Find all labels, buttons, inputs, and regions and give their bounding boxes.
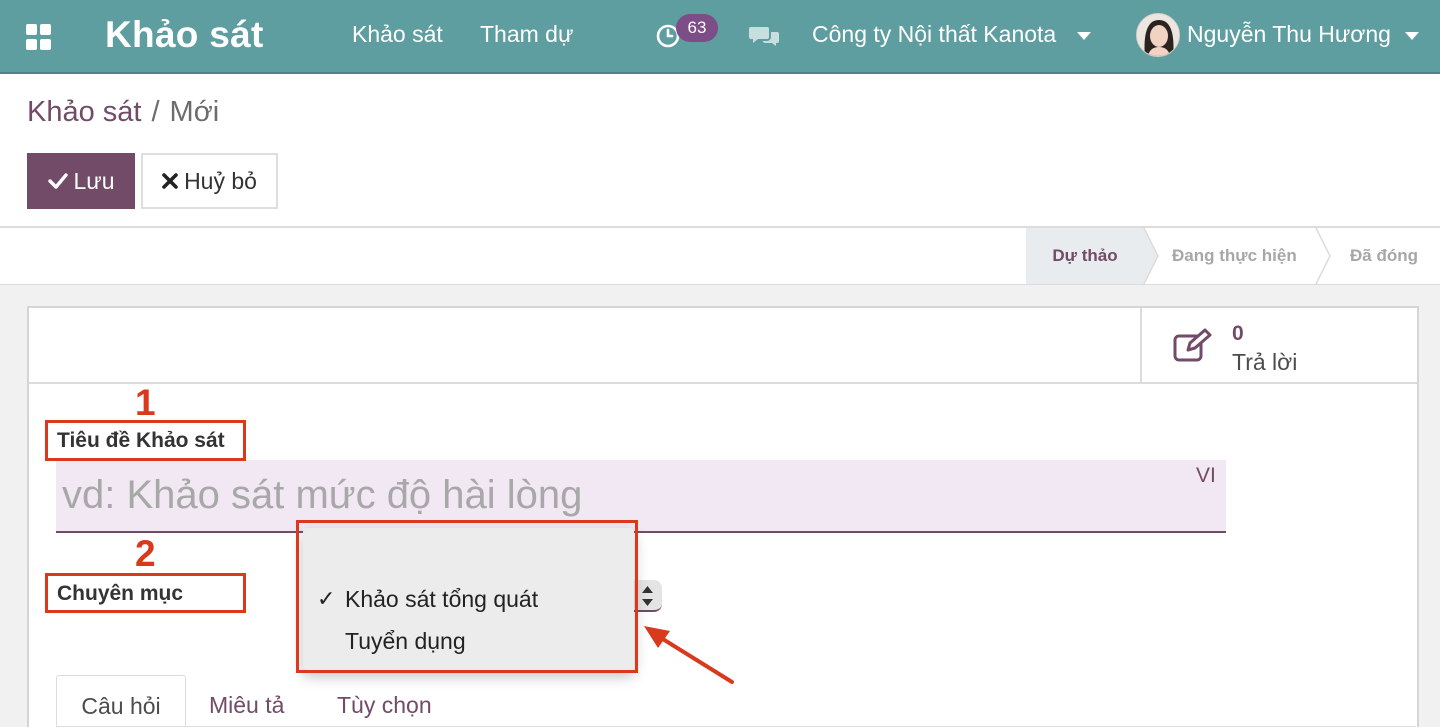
answers-stat-button[interactable]: 0 Trả lời [1140, 308, 1417, 382]
button-box: 0 Trả lời [29, 308, 1417, 384]
stage-draft[interactable]: Dự thảo [1026, 228, 1144, 284]
edit-icon [1173, 328, 1212, 362]
chat-icon[interactable] [748, 24, 780, 48]
user-menu[interactable]: Nguyễn Thu Hương [1187, 21, 1391, 48]
tab-options[interactable]: Tùy chọn [337, 675, 432, 727]
survey-title-input[interactable] [56, 460, 1226, 533]
breadcrumb-separator: / [151, 96, 160, 128]
breadcrumb: Khảo sát / Mới [27, 96, 219, 129]
nav-link-surveys[interactable]: Khảo sát [352, 21, 443, 48]
top-navbar: Khảo sát Khảo sát Tham dự 63 Công ty Nội… [0, 0, 1440, 74]
answers-count: 0 [1232, 322, 1244, 345]
breadcrumb-current: Mới [169, 96, 220, 128]
chevron-down-icon[interactable] [1405, 32, 1419, 40]
status-bar: Dự thảo Đang thực hiện Đã đóng [0, 228, 1440, 285]
discard-button[interactable]: Huỷ bỏ [141, 153, 278, 209]
chevron-down-icon[interactable] [1077, 32, 1091, 40]
app-brand[interactable]: Khảo sát [105, 14, 264, 56]
annotation-arrow-icon [644, 626, 734, 684]
stage-closed[interactable]: Đã đóng [1350, 228, 1418, 284]
avatar[interactable] [1136, 13, 1180, 57]
close-icon [162, 173, 178, 189]
tab-description[interactable]: Miêu tả [209, 675, 284, 727]
activity-count-badge: 63 [676, 14, 718, 42]
stage-chevron [1315, 228, 1331, 284]
stage-in-progress[interactable]: Đang thực hiện [1172, 228, 1297, 284]
company-switcher[interactable]: Công ty Nội thất Kanota [812, 21, 1056, 48]
breadcrumb-parent[interactable]: Khảo sát [27, 96, 141, 128]
language-tag[interactable]: VI [1196, 464, 1216, 488]
nav-link-participations[interactable]: Tham dự [480, 21, 573, 48]
annotation-number-1: 1 [135, 382, 156, 423]
discard-button-label: Huỷ bỏ [184, 167, 257, 194]
answers-label: Trả lời [1232, 349, 1298, 375]
tab-questions[interactable]: Câu hỏi [56, 675, 186, 727]
annotation-box-dropdown [296, 520, 638, 673]
stage-chevron [1140, 228, 1159, 284]
save-button[interactable]: Lưu [27, 153, 135, 209]
annotation-box-category [45, 573, 246, 613]
save-button-label: Lưu [73, 167, 115, 194]
annotation-box-title [45, 420, 246, 461]
check-icon [47, 173, 68, 189]
annotation-number-2: 2 [135, 533, 156, 574]
apps-menu-icon[interactable] [26, 24, 52, 50]
